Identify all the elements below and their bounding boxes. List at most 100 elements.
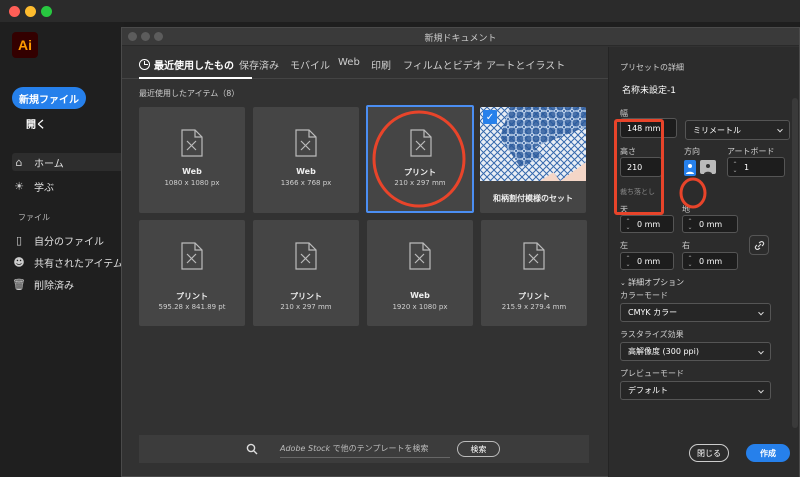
tab-recent[interactable]: 最近使用したもの — [139, 57, 234, 72]
preset-card[interactable]: プリント 210 x 297 mm — [253, 220, 359, 326]
bleed-right-value: 0 mm — [699, 256, 723, 266]
preset-card-selected[interactable]: プリント 210 x 297 mm — [366, 105, 474, 213]
preset-card[interactable]: Web 1920 x 1080 px — [367, 220, 473, 326]
chevron-down-icon — [758, 309, 764, 315]
raster-effects-select[interactable]: 高解像度 (300 ppi) — [620, 342, 771, 361]
annotation-circle — [372, 110, 466, 208]
card-size: 1366 x 768 px — [280, 179, 332, 187]
stepper-icon[interactable]: ⌃ ⌄ — [624, 219, 632, 231]
trash-icon: 🗑 — [12, 277, 26, 291]
bleed-right-label: 右 — [682, 241, 690, 250]
tab-print[interactable]: 印刷 — [371, 57, 391, 72]
color-mode-label: カラーモード — [620, 291, 668, 300]
bleed-left-field[interactable]: ⌃ ⌄ 0 mm — [620, 252, 674, 270]
tab-web[interactable]: Web — [338, 57, 360, 68]
sidebar-item-label: 共有されたアイテム — [34, 258, 123, 270]
card-title: プリント — [518, 292, 550, 301]
search-brand: Adobe Stock — [280, 444, 331, 453]
bleed-bottom-value: 0 mm — [699, 219, 723, 229]
stepper-icon[interactable]: ⌃ ⌄ — [624, 256, 632, 268]
home-icon: ⌂ — [15, 155, 23, 169]
checkmark-icon: ✓ — [483, 110, 497, 124]
artboard-count-field[interactable]: ⌃ ⌄ 1 — [727, 157, 785, 177]
link-bleed-button[interactable] — [749, 235, 769, 255]
close-window-icon[interactable] — [9, 6, 20, 17]
document-pen-icon — [523, 242, 545, 270]
tab-art-illustration[interactable]: アートとイラスト — [486, 57, 565, 72]
sidebar-item-shared[interactable]: ☻ 共有されたアイテム — [12, 253, 124, 271]
search-input[interactable]: Adobe Stock で他のテンプレートを検索 — [280, 443, 428, 454]
stepper-icon[interactable]: ⌃ ⌄ — [686, 219, 694, 231]
active-tab-indicator — [139, 77, 252, 79]
card-size: 215.9 x 279.4 mm — [501, 303, 567, 311]
raster-effects-label: ラスタライズ効果 — [620, 330, 684, 339]
sidebar-item-my-files[interactable]: ▯ 自分のファイル — [12, 231, 124, 249]
sidebar-item-label: 自分のファイル — [34, 236, 104, 248]
color-mode-select[interactable]: CMYK カラー — [620, 303, 771, 322]
card-title: Web — [296, 167, 316, 176]
details-scrollbar[interactable] — [792, 98, 798, 428]
preset-card[interactable]: プリント 215.9 x 279.4 mm — [481, 220, 587, 326]
advanced-options-label: 詳細オプション — [628, 278, 685, 287]
bleed-left-label: 左 — [620, 241, 628, 250]
card-size: 595.28 x 841.89 pt — [158, 303, 226, 311]
preset-card[interactable]: Web 1080 x 1080 px — [139, 107, 245, 213]
preset-card[interactable]: プリント 595.28 x 841.89 pt — [139, 220, 245, 326]
sidebar-item-label: 削除済み — [34, 280, 74, 292]
sidebar-item-deleted[interactable]: 🗑 削除済み — [12, 275, 124, 293]
unit-select[interactable]: ミリメートル — [685, 120, 790, 140]
tab-saved[interactable]: 保存済み — [239, 57, 279, 72]
preview-mode-value: デフォルト — [628, 386, 668, 395]
new-file-button[interactable]: 新規ファイル — [12, 87, 86, 109]
minimize-window-icon[interactable] — [25, 6, 36, 17]
search-button[interactable]: 検索 — [457, 441, 500, 457]
advanced-options-toggle[interactable]: ⌄ 詳細オプション — [620, 277, 684, 288]
sidebar-item-home[interactable]: ⌂ ホーム — [12, 153, 124, 171]
stepper-icon[interactable]: ⌃ ⌄ — [686, 256, 694, 268]
preset-card[interactable]: Web 1366 x 768 px — [253, 107, 359, 213]
annotation-rectangle — [614, 119, 664, 215]
chevron-down-icon — [758, 387, 764, 393]
tab-mobile[interactable]: モバイル — [290, 57, 330, 72]
sidebar-item-label: 学ぶ — [34, 182, 54, 194]
portrait-orientation-icon[interactable] — [684, 160, 696, 176]
clock-icon — [139, 59, 150, 70]
preset-details-panel: プリセットの詳細 名称未設定-1 幅 148 mm ミリメートル 高さ 210 … — [608, 47, 799, 477]
tab-label: 最近使用したもの — [154, 61, 234, 72]
color-mode-value: CMYK カラー — [628, 308, 678, 317]
preview-mode-select[interactable]: デフォルト — [620, 381, 771, 400]
document-name-field[interactable]: 名称未設定-1 — [622, 83, 676, 96]
artboard-label: アートボード — [727, 147, 775, 156]
document-pen-icon — [295, 242, 317, 270]
tab-film-video[interactable]: フィルムとビデオ — [403, 57, 483, 72]
zoom-window-icon[interactable] — [41, 6, 52, 17]
template-card[interactable]: ✓ 和柄割付模様のセット — [480, 107, 586, 213]
bleed-bottom-field[interactable]: ⌃ ⌄ 0 mm — [682, 215, 738, 233]
card-title: Web — [182, 167, 202, 176]
document-pen-icon — [181, 129, 203, 157]
close-button[interactable]: 閉じる — [689, 444, 729, 462]
sidebar-item-label: ホーム — [34, 158, 64, 170]
orientation-label: 方向 — [684, 147, 700, 156]
preset-details-heading: プリセットの詳細 — [620, 63, 684, 72]
unit-select-value: ミリメートル — [693, 125, 741, 135]
home-sidebar: Ai 新規ファイル 開く ⌂ ホーム ☀ 学ぶ ファイル ▯ 自分のファイル ☻… — [0, 22, 124, 477]
dialog-title: 新規ドキュメント — [424, 34, 497, 44]
open-button[interactable]: 開く — [26, 116, 46, 131]
sidebar-item-learn[interactable]: ☀ 学ぶ — [12, 177, 124, 195]
landscape-orientation-icon[interactable] — [700, 160, 716, 174]
bleed-top-field[interactable]: ⌃ ⌄ 0 mm — [620, 215, 674, 233]
card-size: 1080 x 1080 px — [164, 179, 220, 187]
search-icon — [246, 443, 258, 455]
preview-mode-label: プレビューモード — [620, 369, 684, 378]
stepper-icon[interactable]: ⌃ ⌄ — [731, 162, 739, 174]
macos-titlebar — [0, 0, 800, 22]
artboard-count-value: 1 — [744, 162, 750, 172]
create-button[interactable]: 作成 — [746, 444, 790, 462]
new-document-dialog: 新規ドキュメント 最近使用したもの 保存済み モバイル Web 印刷 フィルムと… — [121, 27, 800, 477]
bleed-right-field[interactable]: ⌃ ⌄ 0 mm — [682, 252, 738, 270]
link-icon — [754, 240, 764, 250]
category-tabs: 最近使用したもの 保存済み モバイル Web 印刷 フィルムとビデオ アートとイ… — [122, 47, 608, 79]
search-placeholder: で他のテンプレートを検索 — [330, 444, 429, 453]
card-size: 210 x 297 mm — [280, 303, 332, 311]
